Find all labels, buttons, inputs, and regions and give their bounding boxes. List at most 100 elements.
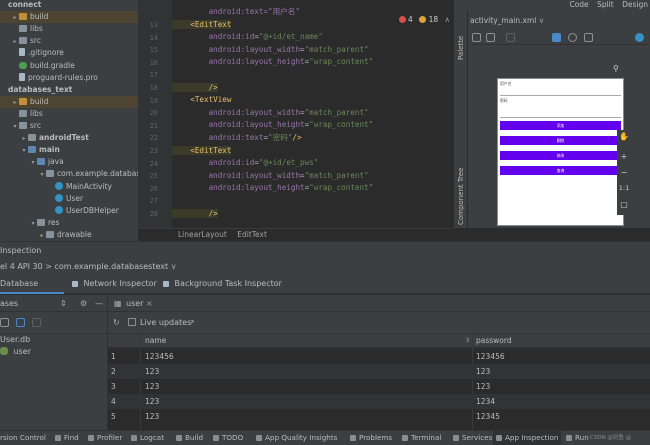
chevron-up-icon[interactable]: ∧ [445, 15, 451, 24]
column-header-name[interactable]: name [145, 334, 166, 348]
code-line[interactable]: android:text="用户名" [172, 6, 300, 19]
sort-icon[interactable]: ⇕ [465, 334, 470, 348]
code-line[interactable]: android:layout_height="wrap_content" [172, 56, 374, 69]
cell-name[interactable]: 123456 [145, 349, 174, 364]
tree-item[interactable]: ▸ src [0, 35, 138, 47]
cell-password[interactable]: 12345 [476, 409, 500, 424]
code-line[interactable]: /> [172, 82, 218, 95]
zoom-in-button[interactable]: + [617, 152, 631, 161]
code-line[interactable]: android:layout_width="match_parent" [172, 170, 369, 183]
cell-password[interactable]: 123456 [476, 349, 505, 364]
table-row[interactable]: 4 123 1234 [108, 394, 650, 409]
code-line[interactable]: android:id="@+id/et_pws" [172, 157, 319, 170]
inspection-widget[interactable]: 4 18 ∧ [398, 15, 451, 24]
help-icon[interactable] [635, 33, 644, 42]
tool-window-todo[interactable]: TODO [213, 431, 243, 445]
tab-database-inspector[interactable]: Database Inspector [0, 274, 64, 308]
tree-item[interactable]: ▸ androidTest [0, 132, 138, 144]
tool-window-logcat[interactable]: Logcat [131, 431, 164, 445]
tool-window-rsion-control[interactable]: rsion Control [0, 431, 46, 445]
tool-window-problems[interactable]: Problems [350, 431, 392, 445]
tree-item[interactable]: ▾ res [0, 217, 138, 229]
preview-update-button[interactable]: 修改 [500, 151, 621, 160]
code-line[interactable]: android:id="@+id/et_name" [172, 31, 323, 44]
tree-item[interactable]: connect [0, 0, 138, 11]
query-icon[interactable] [0, 318, 9, 327]
cell-password[interactable]: 123 [476, 364, 490, 379]
tool-window-app-inspection[interactable]: App Inspection [493, 431, 562, 445]
tree-item[interactable]: ▸ drawable [0, 229, 138, 241]
layout-preview[interactable]: 用户名 密码 添加 删除 修改 查询 [497, 78, 624, 226]
tree-item[interactable]: ▸ build [0, 95, 138, 108]
layout-file-dropdown[interactable]: activity_main.xml ∨ [470, 14, 544, 28]
cell-name[interactable]: 123 [145, 379, 159, 394]
preview-query-button[interactable]: 查询 [500, 166, 621, 175]
code-line[interactable]: <EditText [172, 19, 232, 32]
live-updates-checkbox[interactable] [128, 318, 136, 326]
tree-item[interactable]: ▾ src [0, 120, 138, 132]
table-row[interactable]: 3 123 123 [108, 379, 650, 394]
live-updates-toggle[interactable]: Live updates [128, 312, 191, 334]
tree-item[interactable]: ▾ main [0, 144, 138, 156]
zoom-fit-icon[interactable]: ▢ [617, 200, 631, 209]
device-selector[interactable]: el 4 API 30 > com.example.databasestext … [0, 259, 650, 274]
tool-window-services[interactable]: Services [453, 431, 492, 445]
code-line[interactable]: android:layout_height="wrap_content" [172, 119, 374, 132]
breadcrumb-item-edittext[interactable]: EditText [237, 229, 267, 241]
no-constraints-icon[interactable] [568, 33, 577, 42]
collapse-icon[interactable]: ⇕ [60, 295, 67, 312]
tree-item[interactable]: ▾com.example.databases_ [0, 168, 138, 180]
gear-icon[interactable]: ⚙ [80, 295, 87, 312]
code-view-button[interactable]: Code [569, 0, 588, 9]
minimize-icon[interactable]: — [95, 295, 103, 312]
palette-label[interactable]: Palette [457, 36, 465, 60]
tree-item[interactable]: ▾ java [0, 156, 138, 168]
code-line[interactable]: /> [172, 208, 218, 221]
code-line[interactable]: <EditText [172, 145, 232, 158]
cell-name[interactable]: 123 [145, 364, 159, 379]
tab-background-task-inspector[interactable]: Background Task Inspector [163, 274, 282, 294]
close-icon[interactable]: × [146, 295, 153, 312]
tree-item[interactable]: UserDBHelper [0, 205, 138, 217]
tool-window-profiler[interactable]: Profiler [88, 431, 122, 445]
code-line[interactable]: android:layout_width="match_parent" [172, 107, 369, 120]
blueprint-icon[interactable] [486, 33, 495, 42]
column-header-password[interactable]: password [476, 334, 512, 348]
tree-item[interactable]: User [0, 193, 138, 205]
tool-window-find[interactable]: Find [55, 431, 79, 445]
code-line[interactable]: <TextView [172, 94, 231, 107]
cell-name[interactable]: 123 [145, 394, 159, 409]
tool-window-run[interactable]: Run [566, 431, 589, 445]
table-row[interactable]: 2 123 123 [108, 364, 650, 379]
tree-item[interactable]: libs [0, 108, 138, 120]
preview-add-button[interactable]: 添加 [500, 121, 621, 130]
code-line[interactable]: android:layout_height="wrap_content" [172, 182, 374, 195]
db-file-item[interactable]: User.db [0, 335, 30, 344]
code-line[interactable]: android:text="密码"/> [172, 132, 302, 145]
tool-window-app-quality-insights[interactable]: App Quality Insights [256, 431, 337, 445]
refresh-schema-icon[interactable] [16, 318, 25, 327]
code-editor[interactable]: android:text="用户名" <EditText android:id=… [172, 0, 454, 228]
db-table-item[interactable]: user [0, 347, 31, 356]
open-external-icon[interactable]: ↗ [188, 312, 195, 334]
breadcrumb-item-linearlayout[interactable]: LinearLayout [178, 229, 227, 241]
zoom-out-button[interactable]: − [617, 168, 631, 177]
tool-window-terminal[interactable]: Terminal [402, 431, 441, 445]
tree-item[interactable]: libs [0, 23, 138, 35]
split-view-button[interactable]: Split [597, 0, 614, 9]
zoom-actual-size-button[interactable]: 1:1 [617, 184, 631, 192]
cell-name[interactable]: 123 [145, 409, 159, 424]
tool-window-build[interactable]: Build [176, 431, 203, 445]
code-line[interactable]: android:layout_width="match_parent" [172, 44, 369, 57]
tree-item[interactable]: ▸ build [0, 11, 138, 24]
expand-arrow-icon[interactable]: ▸ [38, 230, 46, 241]
pin-icon[interactable]: ⚲ [613, 64, 619, 73]
tree-item[interactable]: build.gradle [0, 60, 138, 72]
tab-user-table[interactable]: user [126, 295, 143, 312]
tree-item[interactable]: MainActivity [0, 181, 138, 193]
palette-sidebar[interactable]: Palette Component Tree [454, 10, 468, 228]
tab-network-inspector[interactable]: Network Inspector [72, 274, 157, 294]
pan-icon[interactable]: ✋ [617, 132, 631, 141]
preview-delete-button[interactable]: 删除 [500, 136, 621, 145]
table-row[interactable]: 5 123 12345 [108, 409, 650, 424]
